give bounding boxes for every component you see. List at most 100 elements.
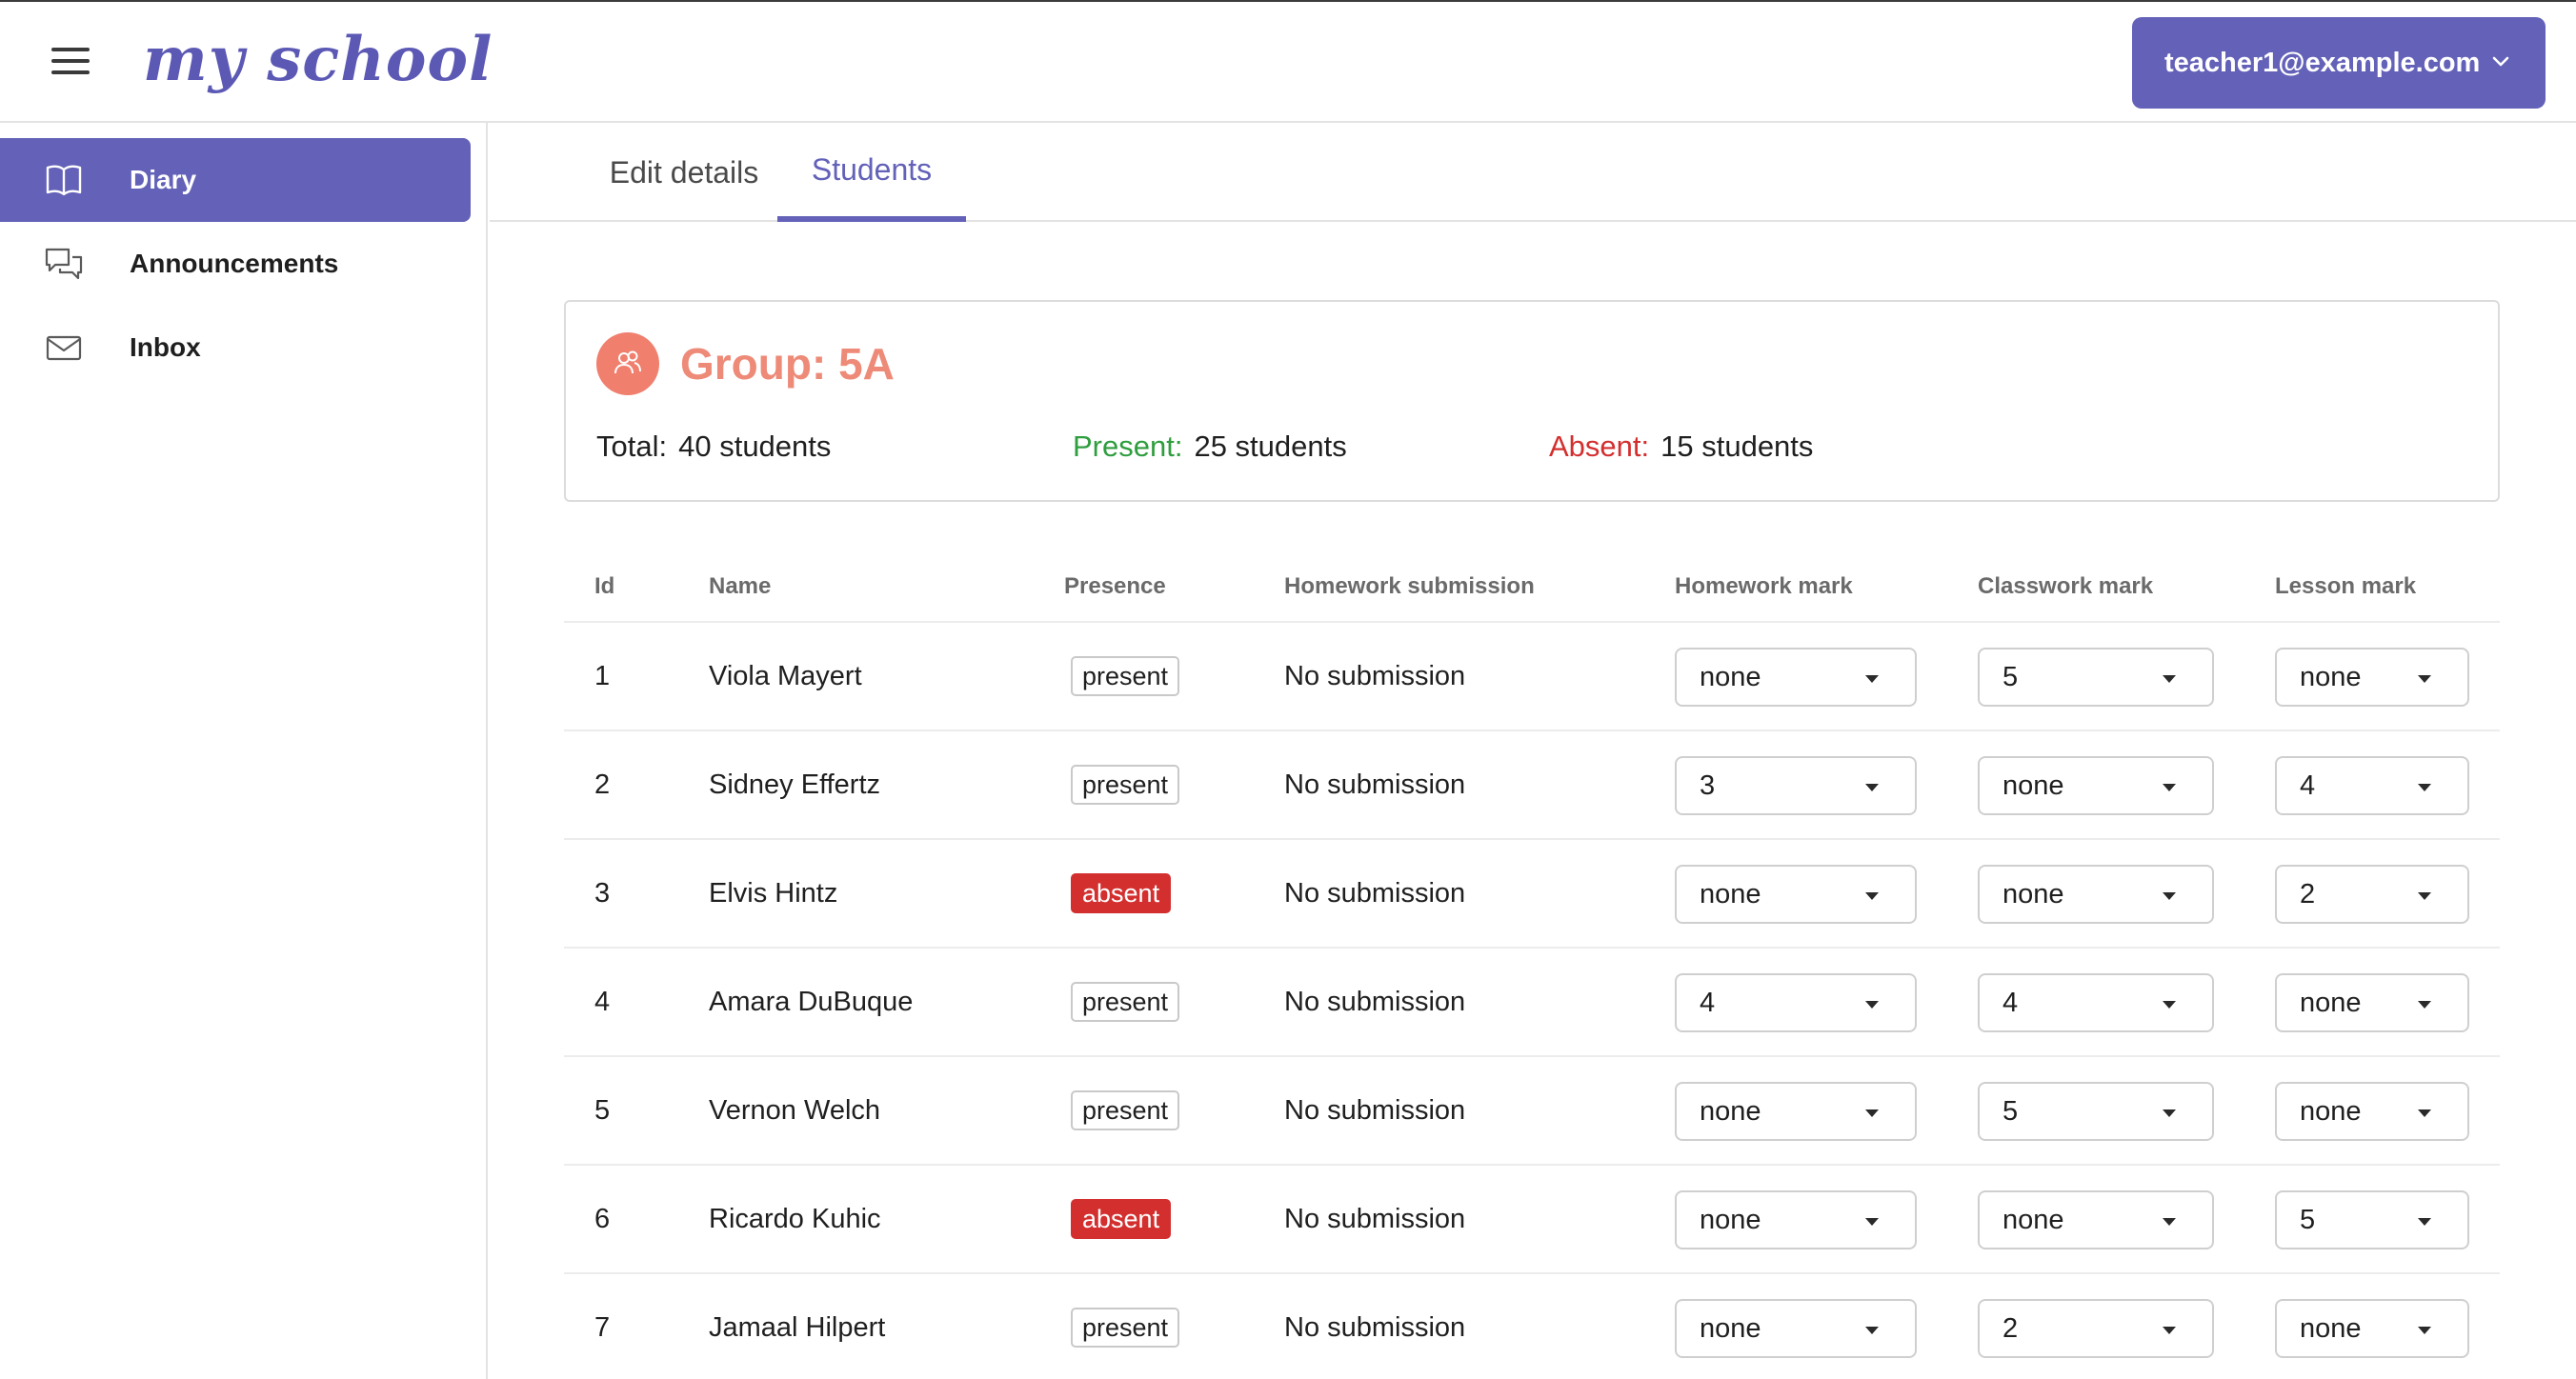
sidebar: Diary Announcements Inbox — [0, 123, 488, 1379]
select-value: none — [2002, 878, 2064, 909]
menu-icon[interactable] — [51, 48, 93, 78]
header-id: Id — [594, 573, 615, 599]
cell-presence: present — [1071, 1274, 1180, 1379]
absent-value: 15 students — [1660, 430, 1814, 463]
cell-homework-submission: No submission — [1284, 1203, 1466, 1234]
header-lesson-mark: Lesson mark — [2275, 573, 2417, 599]
classwork-mark-select[interactable]: 2 — [1978, 1299, 2214, 1358]
lesson-mark-select[interactable]: none — [2275, 1299, 2469, 1358]
user-email: teacher1@example.com — [2164, 47, 2481, 78]
app-logo[interactable]: my school — [143, 17, 493, 103]
cell-homework-submission: No submission — [1284, 1094, 1466, 1126]
cell-presence: present — [1071, 1057, 1180, 1164]
lesson-mark-select[interactable]: none — [2275, 1082, 2469, 1141]
select-value: 3 — [1700, 769, 1716, 801]
header-homework-submission: Homework submission — [1284, 573, 1535, 599]
user-menu-button[interactable]: teacher1@example.com — [2132, 17, 2546, 109]
caret-down-icon — [2163, 784, 2176, 791]
select-value: 4 — [2300, 769, 2316, 801]
book-open-icon — [46, 165, 82, 196]
group-title: Group: 5A — [680, 339, 895, 389]
caret-down-icon — [2418, 1327, 2431, 1334]
absent-stat: Absent: 15 students — [1549, 430, 1813, 464]
tab-students[interactable]: Students — [777, 123, 966, 222]
sidebar-item-label: Announcements — [130, 249, 339, 278]
sidebar-item-inbox[interactable]: Inbox — [0, 306, 471, 390]
cell-name: Ricardo Kuhic — [709, 1203, 881, 1234]
homework-mark-select[interactable]: none — [1675, 865, 1917, 924]
classwork-mark-select[interactable]: 5 — [1978, 648, 2214, 707]
sidebar-item-label: Diary — [130, 165, 197, 194]
header-classwork-mark: Classwork mark — [1978, 573, 2154, 599]
presence-badge[interactable]: present — [1071, 982, 1180, 1022]
lesson-mark-select[interactable]: none — [2275, 648, 2469, 707]
table-row: 6 Ricardo Kuhic absent No submission none non… — [564, 1166, 2500, 1274]
select-value: none — [2300, 661, 2362, 692]
homework-mark-select[interactable]: none — [1675, 1299, 1917, 1358]
homework-mark-select[interactable]: none — [1675, 1190, 1917, 1249]
header-presence: Presence — [1064, 573, 1166, 599]
presence-badge[interactable]: absent — [1071, 1199, 1172, 1239]
caret-down-icon — [1865, 1001, 1879, 1009]
select-value: 2 — [2300, 878, 2316, 909]
table-row: 4 Amara DuBuque present No submission 4 4 none — [564, 949, 2500, 1057]
classwork-mark-select[interactable]: 5 — [1978, 1082, 2214, 1141]
classwork-mark-select[interactable]: none — [1978, 865, 2214, 924]
total-stat: Total: 40 students — [596, 430, 831, 464]
cell-name: Sidney Effertz — [709, 769, 881, 800]
lesson-mark-select[interactable]: 4 — [2275, 756, 2469, 815]
select-value: none — [1700, 661, 1761, 692]
homework-mark-select[interactable]: 4 — [1675, 973, 1917, 1032]
homework-mark-select[interactable]: 3 — [1675, 756, 1917, 815]
lesson-mark-select[interactable]: 2 — [2275, 865, 2469, 924]
total-value: 40 students — [678, 430, 832, 463]
homework-mark-select[interactable]: none — [1675, 1082, 1917, 1141]
select-value: 5 — [2002, 661, 2019, 692]
classwork-mark-select[interactable]: none — [1978, 756, 2214, 815]
cell-homework-submission: No submission — [1284, 660, 1466, 691]
caret-down-icon — [2163, 1109, 2176, 1117]
caret-down-icon — [2418, 675, 2431, 683]
caret-down-icon — [1865, 784, 1879, 791]
select-value: none — [2300, 1095, 2362, 1127]
group-summary-card: Group: 5A Total: 40 students Present: 25 s… — [564, 300, 2500, 502]
lesson-mark-select[interactable]: 5 — [2275, 1190, 2469, 1249]
classwork-mark-select[interactable]: 4 — [1978, 973, 2214, 1032]
select-value: none — [2300, 1312, 2362, 1344]
caret-down-icon — [1865, 675, 1879, 683]
cell-presence: absent — [1071, 1166, 1172, 1272]
classwork-mark-select[interactable]: none — [1978, 1190, 2214, 1249]
cell-id: 1 — [594, 660, 611, 691]
lesson-mark-select[interactable]: none — [2275, 973, 2469, 1032]
caret-down-icon — [2163, 1218, 2176, 1226]
users-icon — [596, 332, 659, 395]
chevron-down-icon — [2492, 56, 2509, 67]
present-value: 25 students — [1194, 430, 1347, 463]
presence-badge[interactable]: present — [1071, 656, 1180, 696]
cell-id: 4 — [594, 986, 611, 1017]
sidebar-item-diary[interactable]: Diary — [0, 138, 471, 222]
homework-mark-select[interactable]: none — [1675, 648, 1917, 707]
cell-presence: present — [1071, 731, 1180, 838]
chat-bubbles-icon — [45, 248, 83, 280]
cell-name: Vernon Welch — [709, 1094, 881, 1126]
caret-down-icon — [2163, 892, 2176, 900]
header-homework-mark: Homework mark — [1675, 573, 1853, 599]
cell-presence: present — [1071, 623, 1180, 729]
caret-down-icon — [2418, 1109, 2431, 1117]
cell-homework-submission: No submission — [1284, 877, 1466, 909]
select-value: 2 — [2002, 1312, 2019, 1344]
cell-id: 5 — [594, 1094, 611, 1126]
presence-badge[interactable]: present — [1071, 1308, 1180, 1348]
tab-edit-details[interactable]: Edit details — [579, 123, 789, 222]
presence-badge[interactable]: absent — [1071, 873, 1172, 913]
table-row: 2 Sidney Effertz present No submission 3 none… — [564, 731, 2500, 840]
caret-down-icon — [2418, 892, 2431, 900]
cell-name: Amara DuBuque — [709, 986, 914, 1017]
cell-homework-submission: No submission — [1284, 1311, 1466, 1343]
caret-down-icon — [2418, 1218, 2431, 1226]
sidebar-item-announcements[interactable]: Announcements — [0, 222, 471, 306]
presence-badge[interactable]: present — [1071, 765, 1180, 805]
cell-name: Elvis Hintz — [709, 877, 838, 909]
presence-badge[interactable]: present — [1071, 1090, 1180, 1130]
